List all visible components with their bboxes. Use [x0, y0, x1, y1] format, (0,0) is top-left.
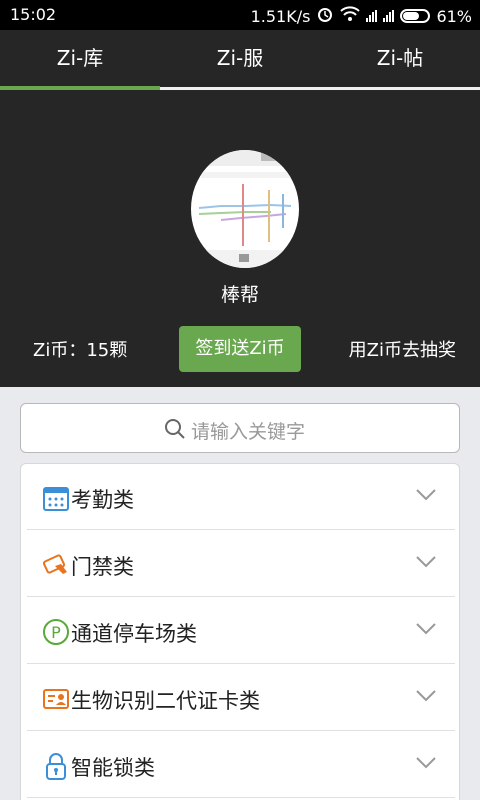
tab-service[interactable]: Zi-服	[160, 30, 320, 88]
network-speed: 1.51K/s	[250, 6, 311, 26]
category-item-smart-lock[interactable]: 智能锁类	[27, 732, 455, 798]
app-avatar[interactable]	[191, 150, 299, 268]
lottery-link[interactable]: 用Zi币去抽奖	[349, 336, 456, 362]
wifi-icon	[340, 6, 361, 26]
id-card-icon	[43, 689, 69, 709]
tab-posts[interactable]: Zi-帖	[320, 30, 480, 88]
signal-icon	[366, 10, 378, 22]
tab-bar: Zi-库 Zi-服 Zi-帖	[0, 30, 480, 90]
signal-icon-2	[383, 10, 395, 22]
category-item-parking[interactable]: P 通道停车场类	[27, 598, 455, 664]
svg-text:P: P	[51, 623, 61, 642]
search-input[interactable]: 请输入关键字	[20, 403, 460, 453]
access-card-icon	[42, 554, 67, 574]
category-label: 考勤类	[71, 488, 134, 512]
chevron-down-icon	[416, 690, 436, 702]
category-label: 门禁类	[71, 555, 134, 579]
lock-icon	[46, 753, 66, 780]
status-bar: 15:02 1.51K/s 61%	[0, 0, 480, 30]
status-time: 15:02	[10, 5, 57, 24]
app-name: 棒帮	[220, 284, 259, 306]
category-item-biometric[interactable]: 生物识别二代证卡类	[27, 665, 455, 731]
category-item-attendance[interactable]: 考勤类	[27, 464, 455, 530]
coin-balance: Zi币：15颗	[33, 340, 128, 361]
battery-icon	[400, 9, 431, 23]
category-label: 生物识别二代证卡类	[71, 689, 260, 713]
calendar-icon	[43, 487, 69, 511]
chevron-down-icon	[416, 556, 436, 568]
chevron-down-icon	[416, 489, 436, 501]
search-placeholder: 请输入关键字	[191, 421, 306, 443]
parking-icon: P	[43, 619, 69, 645]
signin-button[interactable]: 签到送Zi币	[179, 326, 301, 372]
chevron-down-icon	[416, 757, 436, 769]
battery-percent: 61%	[436, 6, 472, 26]
search-icon	[165, 419, 185, 439]
category-list: 考勤类 门禁类 P 通道停车场类 生物识别二代证卡类 智能锁类	[20, 463, 460, 800]
profile-header: 棒帮 Zi币：15颗 签到送Zi币 用Zi币去抽奖	[0, 90, 480, 387]
tab-library[interactable]: Zi-库	[0, 30, 160, 88]
category-label: 通道停车场类	[71, 622, 197, 646]
alarm-icon	[316, 5, 334, 27]
category-item-access-control[interactable]: 门禁类	[27, 531, 455, 597]
category-label: 智能锁类	[71, 756, 155, 780]
chevron-down-icon	[416, 623, 436, 635]
